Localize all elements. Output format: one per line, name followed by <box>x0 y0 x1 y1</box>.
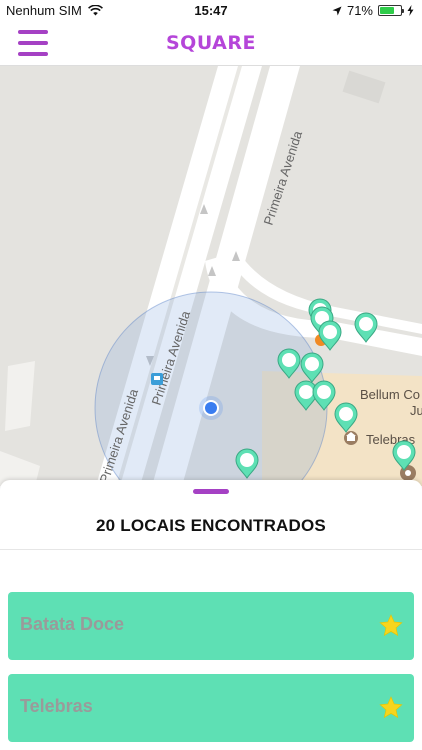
place-card-name: Batata Doce <box>20 614 125 634</box>
location-arrow-icon <box>332 6 342 15</box>
battery-fill <box>380 7 395 14</box>
results-count-title: 20 LOCAIS ENCONTRADOS <box>96 516 326 535</box>
museum-icon <box>344 431 358 445</box>
app-title: SQUARE <box>166 32 256 54</box>
bus-stop-icon <box>151 373 163 385</box>
nav-bar: SQUARE <box>0 22 422 66</box>
status-bar: Nenhum SIM 15:47 71% <box>0 0 422 22</box>
building-shape <box>342 70 386 104</box>
place-card-name: Telebras <box>20 696 93 716</box>
star-icon[interactable] <box>378 695 404 721</box>
map-canvas[interactable]: Primeira Avenida Primeira Avenida Primei… <box>0 66 422 486</box>
place-card[interactable]: Telebras <box>8 674 414 742</box>
drag-handle[interactable] <box>193 489 229 494</box>
charging-bolt-icon <box>407 5 414 16</box>
divider <box>0 549 422 550</box>
results-sheet: 20 LOCAIS ENCONTRADOS Batata Doce Telebr… <box>0 480 422 750</box>
star-icon[interactable] <box>378 613 404 639</box>
map-view[interactable]: Primeira Avenida Primeira Avenida Primei… <box>0 66 422 486</box>
battery-icon <box>378 5 404 16</box>
place-label: Bellum Co <box>360 387 420 402</box>
building-shape <box>5 361 35 431</box>
place-label: Ju <box>410 403 422 418</box>
status-right: 71% <box>332 3 414 18</box>
user-location-icon <box>205 402 217 414</box>
poi-dot <box>405 470 411 476</box>
place-card[interactable]: Batata Doce <box>8 592 414 660</box>
battery-percent: 71% <box>346 3 373 18</box>
